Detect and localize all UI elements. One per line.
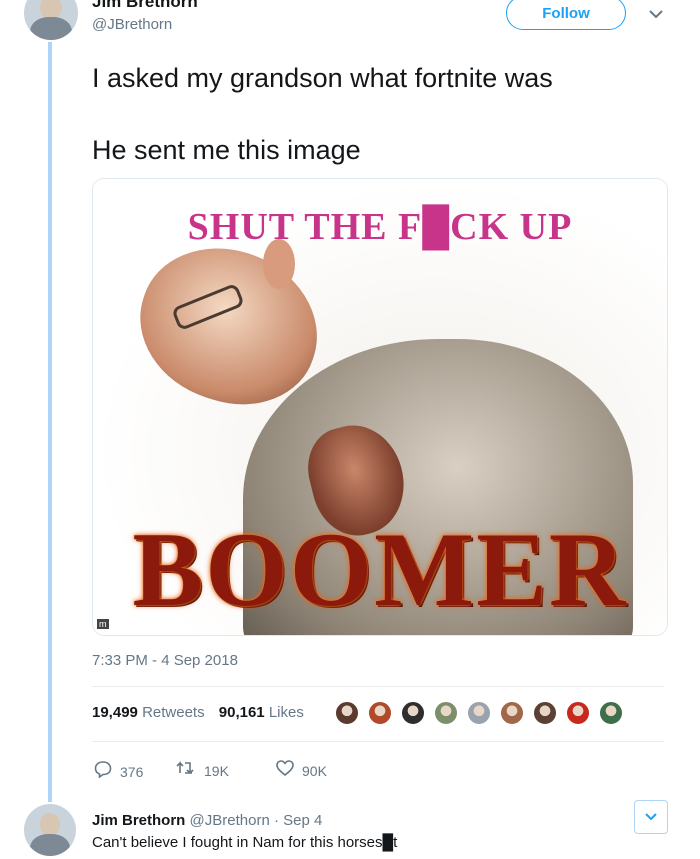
divider [92,741,664,742]
thread-line [48,42,52,802]
reply-action[interactable]: 376 [94,760,143,783]
liker-avatar[interactable] [367,700,393,726]
reply-author-avatar[interactable] [24,804,76,856]
reply-author-name[interactable]: Jim Brethorn [92,812,185,829]
liker-avatar[interactable] [334,700,360,726]
likes-label: Likes [268,704,304,721]
liker-avatar[interactable] [598,700,624,726]
reply-author-handle[interactable]: @JBrethorn [190,812,270,829]
reply-icon [94,760,112,783]
like-action[interactable]: 90K [276,760,327,781]
reply-count: 376 [120,763,144,780]
tweet-text-line-1: I asked my grandson what fortnite was [92,63,553,93]
reply-text: Can't believe I fought in Nam for this h… [92,834,398,851]
liker-avatar[interactable] [433,700,459,726]
retweet-action[interactable]: 19K [176,760,229,781]
likes-stat[interactable]: 90,161 Likes [219,704,304,721]
reply-date[interactable]: · Sep 4 [274,812,322,829]
liker-avatar[interactable] [499,700,525,726]
retweets-count: 19,499 [92,704,138,721]
avatar-body [30,834,70,856]
avatar-face [39,813,61,837]
watermark-logo: m [97,619,109,629]
liker-avatar[interactable] [565,700,591,726]
avatar-body [30,17,72,40]
meme-bottom-text: BOOMER [132,511,628,628]
divider [92,686,664,687]
like-count: 90K [302,762,327,779]
follow-button[interactable]: Follow [506,0,626,30]
tweet-timestamp[interactable]: 7:33 PM - 4 Sep 2018 [92,652,238,669]
liker-avatar[interactable] [400,700,426,726]
retweet-icon [176,760,196,781]
liker-avatar[interactable] [532,700,558,726]
retweet-count: 19K [204,762,229,779]
likes-count: 90,161 [218,704,265,721]
meme-top-text: SHUT THE F█CK UP [187,206,573,248]
retweets-label: Retweets [142,704,205,721]
liker-avatar[interactable] [466,700,492,726]
reply-header: Jim Brethorn @JBrethorn · Sep 4 [92,812,322,829]
author-avatar[interactable] [24,0,78,40]
chevron-down-icon[interactable] [634,800,668,834]
chevron-down-icon[interactable] [646,4,666,24]
author-handle[interactable]: @JBrethorn [92,16,172,33]
heart-icon [276,760,294,781]
tweet-stats: 19,499 Retweets 90,161 Likes [92,704,304,721]
tweet-media-image[interactable]: SHUT THE F█CK UP BOOMER m [92,178,668,636]
retweets-stat[interactable]: 19,499 Retweets [92,704,205,721]
author-display-name[interactable]: Jim Brethorn [92,0,198,12]
tweet-text-line-2: He sent me this image [92,135,361,165]
